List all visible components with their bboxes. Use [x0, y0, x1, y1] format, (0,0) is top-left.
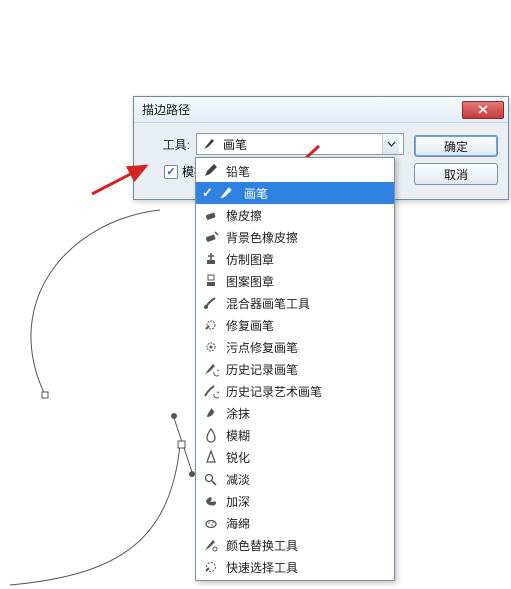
sharpen-icon — [202, 449, 220, 465]
dropdown-item-pattern-stamp[interactable]: ✓图案图章 — [196, 270, 394, 292]
tool-combobox[interactable]: 画笔 — [196, 133, 404, 155]
brush-icon — [201, 136, 219, 152]
dropdown-item-label: 背景色橡皮擦 — [222, 229, 298, 246]
dropdown-item-label: 快速选择工具 — [222, 559, 298, 576]
dropdown-item-mixer-brush[interactable]: ✓混合器画笔工具 — [196, 292, 394, 314]
dropdown-item-label: 修复画笔 — [222, 317, 274, 334]
dialog-titlebar[interactable]: 描边路径 — [134, 97, 508, 123]
dropdown-item-dodge[interactable]: ✓减淡 — [196, 468, 394, 490]
blur-icon — [202, 427, 220, 443]
bg-eraser-icon — [202, 229, 220, 245]
dropdown-item-color-replace[interactable]: ✓颜色替换工具 — [196, 534, 394, 556]
dropdown-item-sponge[interactable]: ✓海绵 — [196, 512, 394, 534]
dropdown-item-label: 历史记录画笔 — [222, 361, 298, 378]
dropdown-item-clone-stamp[interactable]: ✓仿制图章 — [196, 248, 394, 270]
dropdown-item-label: 橡皮擦 — [222, 207, 262, 224]
dropdown-item-history-brush[interactable]: ✓历史记录画笔 — [196, 358, 394, 380]
spot-healing-icon — [202, 339, 220, 355]
dropdown-item-bg-eraser[interactable]: ✓背景色橡皮擦 — [196, 226, 394, 248]
eraser-icon — [202, 207, 220, 223]
dropdown-item-label: 画笔 — [240, 185, 268, 202]
dropdown-item-art-history-brush[interactable]: ✓历史记录艺术画笔 — [196, 380, 394, 402]
dropdown-item-label: 混合器画笔工具 — [222, 295, 310, 312]
dropdown-item-label: 图案图章 — [222, 273, 274, 290]
dropdown-item-label: 锐化 — [222, 449, 250, 466]
dropdown-item-sharpen[interactable]: ✓锐化 — [196, 446, 394, 468]
brush-icon — [218, 185, 236, 201]
tool-label: 工具: — [144, 136, 190, 153]
clone-stamp-icon — [202, 251, 220, 267]
healing-brush-icon — [202, 317, 220, 333]
dropdown-item-label: 铅笔 — [222, 163, 250, 180]
art-history-brush-icon — [202, 383, 220, 399]
tool-combobox-text: 画笔 — [219, 136, 382, 153]
close-button[interactable] — [462, 101, 504, 119]
color-replace-icon — [202, 537, 220, 553]
check-icon: ✓ — [202, 185, 216, 199]
smudge-icon — [202, 405, 220, 421]
dropdown-item-brush[interactable]: ✓ 画笔 — [196, 182, 394, 204]
sponge-icon — [202, 515, 220, 531]
dropdown-item-spot-healing[interactable]: ✓污点修复画笔 — [196, 336, 394, 358]
cancel-button[interactable]: 取消 — [414, 163, 498, 185]
burn-icon — [202, 493, 220, 509]
dropdown-item-eraser[interactable]: ✓橡皮擦 — [196, 204, 394, 226]
combobox-caret[interactable] — [382, 134, 399, 154]
cancel-button-label: 取消 — [444, 166, 468, 183]
dropdown-item-label: 颜色替换工具 — [222, 537, 298, 554]
dodge-icon — [202, 471, 220, 487]
history-brush-icon — [202, 361, 220, 377]
dropdown-item-burn[interactable]: ✓加深 — [196, 490, 394, 512]
close-icon — [478, 105, 488, 114]
pattern-stamp-icon — [202, 273, 220, 289]
mixer-brush-icon — [202, 295, 220, 311]
dropdown-item-healing-brush[interactable]: ✓修复画笔 — [196, 314, 394, 336]
dropdown-item-label: 减淡 — [222, 471, 250, 488]
dropdown-item-label: 加深 — [222, 493, 250, 510]
ok-button-label: 确定 — [444, 138, 468, 155]
dropdown-item-label: 历史记录艺术画笔 — [222, 383, 322, 400]
ok-button[interactable]: 确定 — [414, 135, 498, 157]
dropdown-item-label: 污点修复画笔 — [222, 339, 298, 356]
dialog-title: 描边路径 — [142, 101, 190, 118]
tool-dropdown-list[interactable]: ✓铅笔 ✓ 画笔 ✓橡皮擦✓背景色橡皮擦✓仿制图章✓图案图章✓混合器画笔工具✓修复画笔… — [195, 157, 395, 581]
simulate-pressure-checkbox[interactable]: ✓ — [164, 165, 178, 179]
quick-select-icon — [202, 559, 220, 575]
dropdown-item-pencil[interactable]: ✓铅笔 — [196, 160, 394, 182]
chevron-down-icon — [387, 141, 396, 147]
dropdown-item-label: 海绵 — [222, 515, 250, 532]
dropdown-item-blur[interactable]: ✓模糊 — [196, 424, 394, 446]
dropdown-item-label: 涂抹 — [222, 405, 250, 422]
dropdown-item-label: 模糊 — [222, 427, 250, 444]
dropdown-item-smudge[interactable]: ✓涂抹 — [196, 402, 394, 424]
pencil-icon — [202, 163, 220, 179]
dropdown-item-quick-select[interactable]: ✓快速选择工具 — [196, 556, 394, 578]
dropdown-item-label: 仿制图章 — [222, 251, 274, 268]
